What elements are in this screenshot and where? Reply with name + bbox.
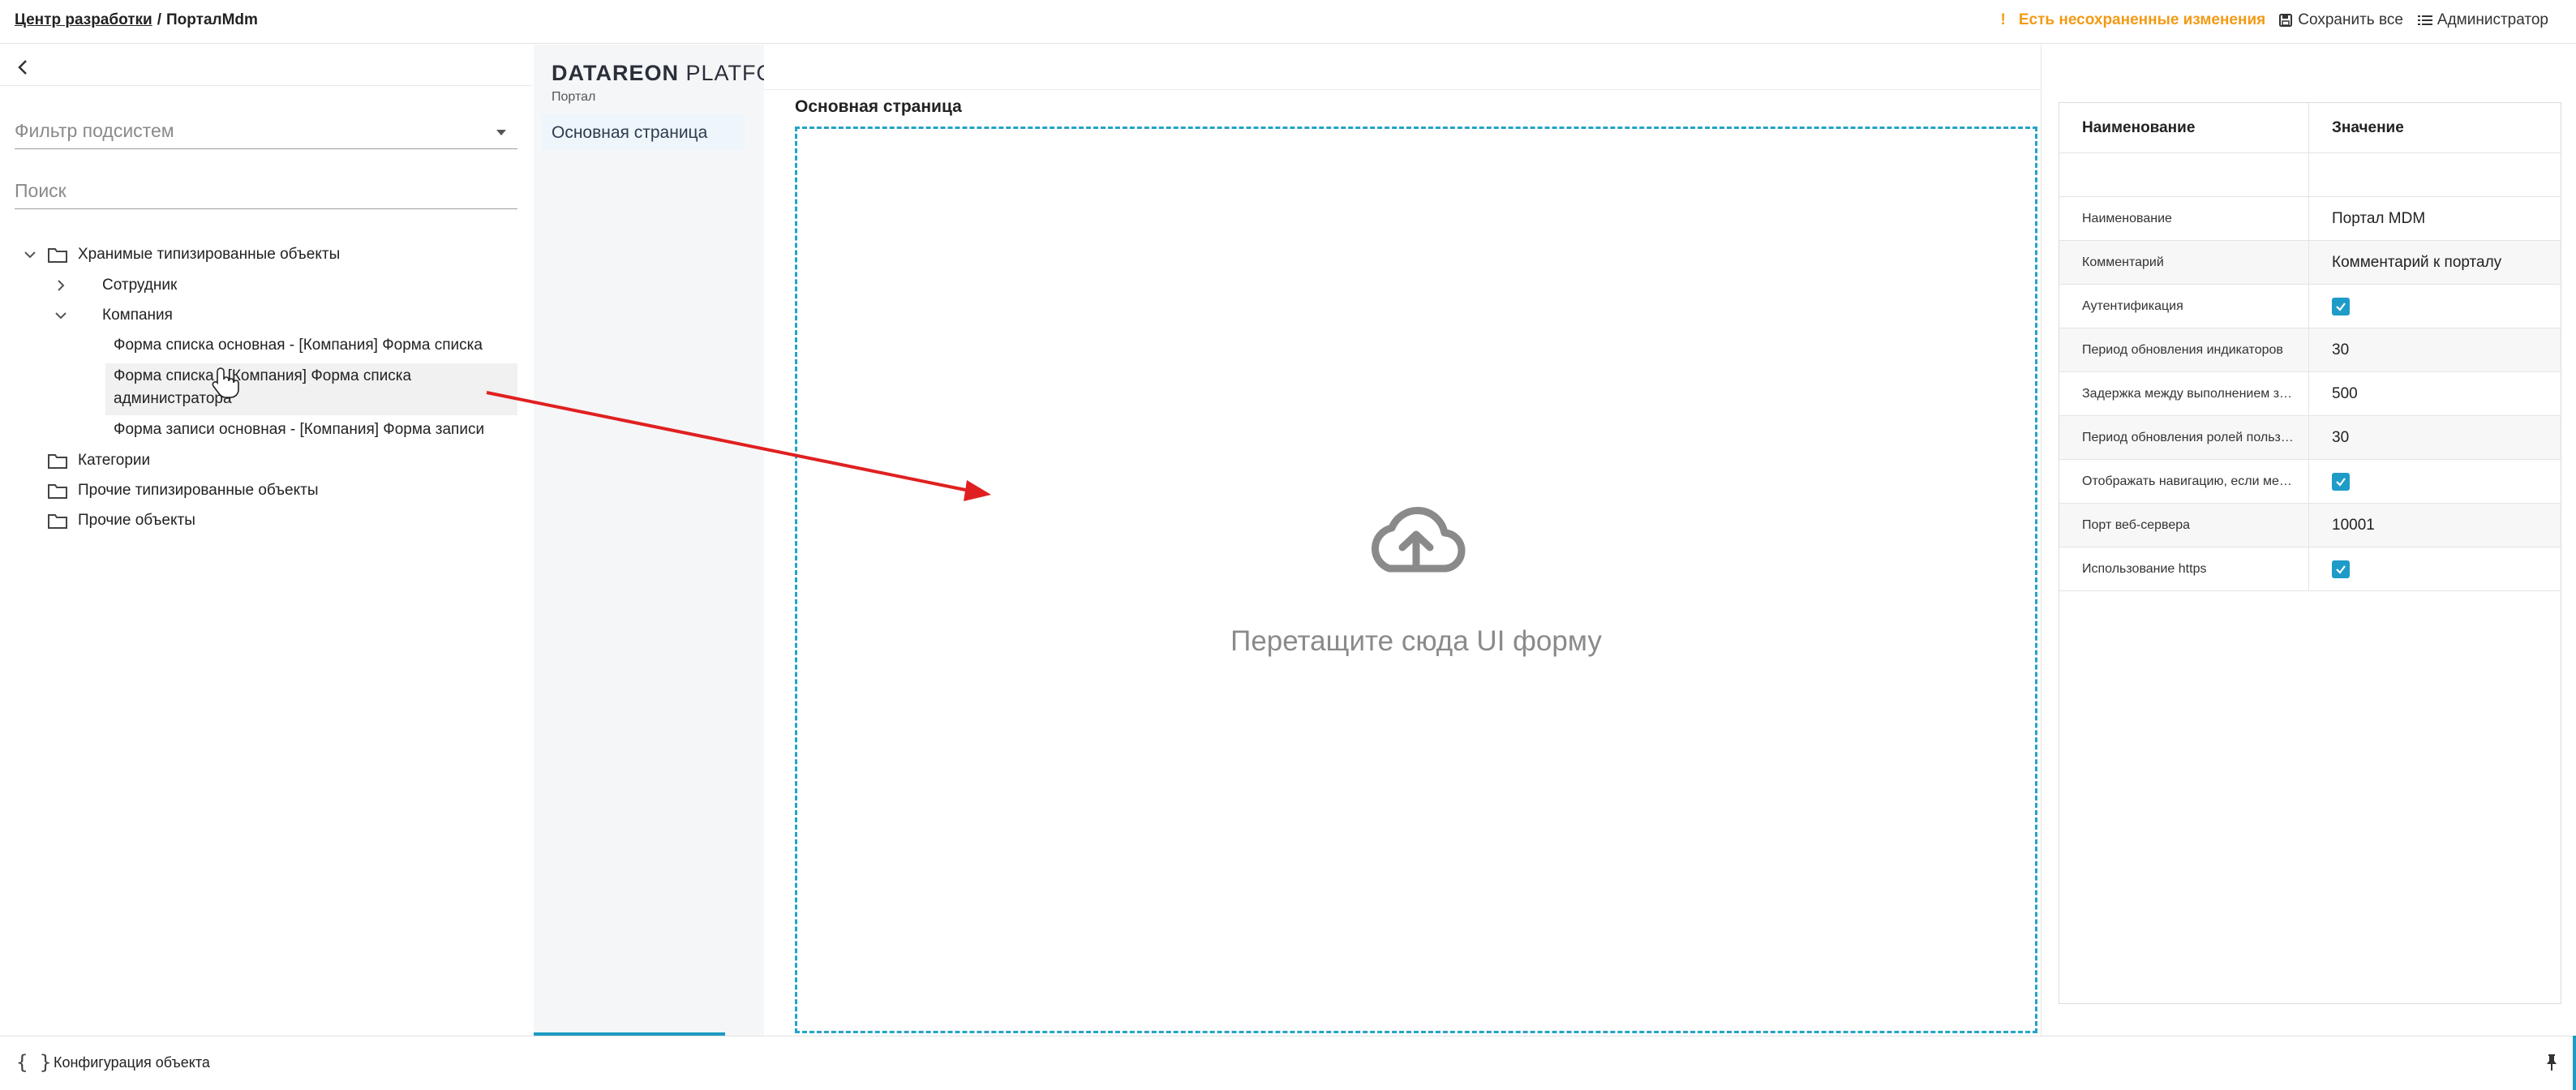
property-value[interactable]: Комментарий к порталу: [2332, 254, 2501, 272]
column-header-value: Значение: [2332, 119, 2404, 136]
nav-item-label: Основная страница: [552, 123, 708, 142]
chevron-down-icon[interactable]: [52, 307, 70, 324]
properties-header-row: Наименование Значение: [2059, 103, 2561, 153]
save-all-button[interactable]: Сохранить все: [2278, 11, 2403, 29]
property-row-comment[interactable]: Комментарий Комментарий к порталу: [2059, 241, 2561, 285]
breadcrumb-current: ПорталMdm: [166, 11, 258, 28]
tree-node-stored-typed-objects[interactable]: Хранимые типизированные объекты: [21, 242, 340, 268]
subsystem-filter-placeholder: Фильтр подсистем: [15, 120, 174, 141]
search-input[interactable]: Поиск: [15, 173, 517, 209]
property-row-show-navigation[interactable]: Отображать навигацию, если меню одно: [2059, 460, 2561, 504]
ui-form-dropzone[interactable]: Перетащите сюда UI форму: [795, 127, 2037, 1033]
brand-logo: DATAREON PLATFORM: [552, 61, 764, 85]
cloud-upload-icon: [1372, 507, 1466, 573]
folder-icon: [48, 454, 67, 469]
menu-list-icon: [2417, 15, 2432, 25]
property-label: Отображать навигацию, если меню одно: [2082, 474, 2296, 488]
code-braces-icon[interactable]: { }: [16, 1051, 51, 1074]
property-row-request-delay[interactable]: Задержка между выполнением запросов 500: [2059, 372, 2561, 416]
top-bar: Центр разработки / ПорталMdm ! Есть несохр…: [0, 0, 2576, 44]
property-label: Наименование: [2082, 212, 2172, 225]
tree-label: Форма записи основная - [Компания] Форма…: [114, 421, 485, 438]
tree-label: Форма списка основная - [Компания] Форма…: [114, 337, 483, 354]
authentication-checkbox[interactable]: [2332, 298, 2350, 315]
show-navigation-checkbox[interactable]: [2332, 473, 2350, 491]
breadcrumb: Центр разработки / ПорталMdm: [15, 11, 258, 29]
tree-label: Прочие объекты: [78, 512, 195, 529]
property-label: Аутентификация: [2082, 299, 2183, 313]
property-label: Задержка между выполнением запросов: [2082, 387, 2296, 401]
property-value[interactable]: 30: [2332, 429, 2349, 447]
tree-label-line1: Форма списка - [Компания] Форма списка: [114, 367, 412, 384]
property-row-https[interactable]: Использование https: [2059, 547, 2561, 591]
tree-label: Сотрудник: [102, 277, 178, 294]
tree-node-categories[interactable]: Категории: [47, 448, 150, 474]
warning-icon: !: [2000, 11, 2006, 28]
https-checkbox[interactable]: [2332, 560, 2350, 578]
chevron-right-icon[interactable]: [52, 277, 70, 294]
canvas-top-divider: [764, 89, 2041, 90]
header-actions: ! Есть несохраненные изменения Сохранить…: [2001, 11, 2548, 29]
save-all-label: Сохранить все: [2298, 11, 2403, 28]
portal-preview-nav: DATAREON PLATFORM Портал Основная страни…: [534, 45, 764, 1036]
portal-label: Портал: [552, 90, 596, 104]
property-value[interactable]: Портал MDM: [2332, 210, 2425, 228]
folder-icon: [48, 484, 67, 499]
tree-node-other-objects[interactable]: Прочие объекты: [47, 508, 195, 534]
tree-label: Категории: [78, 452, 151, 469]
property-label: Период обновления ролей пользователя: [2082, 431, 2296, 444]
tree-node-other-typed-objects[interactable]: Прочие типизированные объекты: [47, 478, 319, 504]
property-label: Порт веб-сервера: [2082, 518, 2191, 532]
user-menu-button[interactable]: Администратор: [2417, 11, 2548, 29]
page-title: Основная страница: [795, 97, 962, 116]
tree-label: Компания: [102, 307, 173, 324]
property-label: Использование https: [2082, 562, 2207, 576]
tree-label: Хранимые типизированные объекты: [78, 246, 341, 263]
property-row-roles-refresh[interactable]: Период обновления ролей пользователя 30: [2059, 416, 2561, 460]
dropdown-caret-icon: [496, 130, 506, 135]
property-label: Комментарий: [2082, 255, 2164, 269]
property-row-indicator-refresh[interactable]: Период обновления индикаторов 30: [2059, 328, 2561, 372]
folder-icon: [48, 514, 67, 529]
tree-node-employee[interactable]: Сотрудник: [52, 272, 177, 298]
breadcrumb-dev-center-link[interactable]: Центр разработки: [15, 11, 152, 28]
object-config-tab[interactable]: Конфигурация объекта: [54, 1054, 210, 1071]
property-value[interactable]: 10001: [2332, 517, 2375, 534]
subsystem-filter-select[interactable]: Фильтр подсистем: [15, 113, 517, 149]
pin-icon[interactable]: [2544, 1053, 2560, 1072]
property-value[interactable]: 30: [2332, 341, 2349, 359]
property-row-authentication[interactable]: Аутентификация: [2059, 285, 2561, 328]
search-placeholder: Поиск: [15, 180, 67, 201]
left-panel: Фильтр подсистем Поиск: [0, 45, 532, 1036]
property-label: Период обновления индикаторов: [2082, 343, 2283, 357]
user-name: Администратор: [2436, 11, 2548, 28]
chevron-down-icon[interactable]: [21, 246, 39, 264]
property-row-name[interactable]: Наименование Портал MDM: [2059, 197, 2561, 241]
right-edge-accent: [2573, 1036, 2576, 1090]
property-value[interactable]: 500: [2332, 385, 2358, 403]
property-row-web-port[interactable]: Порт веб-сервера 10001: [2059, 504, 2561, 547]
column-header-name: Наименование: [2082, 119, 2196, 136]
tree-node-company[interactable]: Компания: [52, 303, 173, 328]
left-divider: [0, 85, 532, 86]
floppy-icon: [2279, 14, 2293, 27]
dropzone-hint: Перетащите сюда UI форму: [1230, 625, 1602, 657]
unsaved-changes-indicator: Есть несохраненные изменения: [2018, 11, 2266, 28]
tree-label-line2: администратора: [114, 390, 232, 407]
tree-node-form-list-admin[interactable]: Форма списка - [Компания] Форма списка а…: [114, 365, 411, 410]
tree-label: Прочие типизированные объекты: [78, 482, 319, 499]
tree-node-form-list-main[interactable]: Форма списка основная - [Компания] Форма…: [114, 333, 483, 358]
properties-grid: Наименование Значение Наименование Порта…: [2059, 102, 2561, 1004]
nav-item-main-page[interactable]: Основная страница: [542, 114, 745, 150]
back-arrow-icon[interactable]: [11, 56, 34, 79]
folder-icon: [48, 248, 67, 263]
breadcrumb-separator: /: [157, 11, 162, 28]
bottom-bar: { } Конфигурация объекта: [0, 1036, 2576, 1090]
tree-node-form-record-main[interactable]: Форма записи основная - [Компания] Форма…: [114, 417, 484, 443]
properties-empty-row: [2059, 153, 2561, 197]
